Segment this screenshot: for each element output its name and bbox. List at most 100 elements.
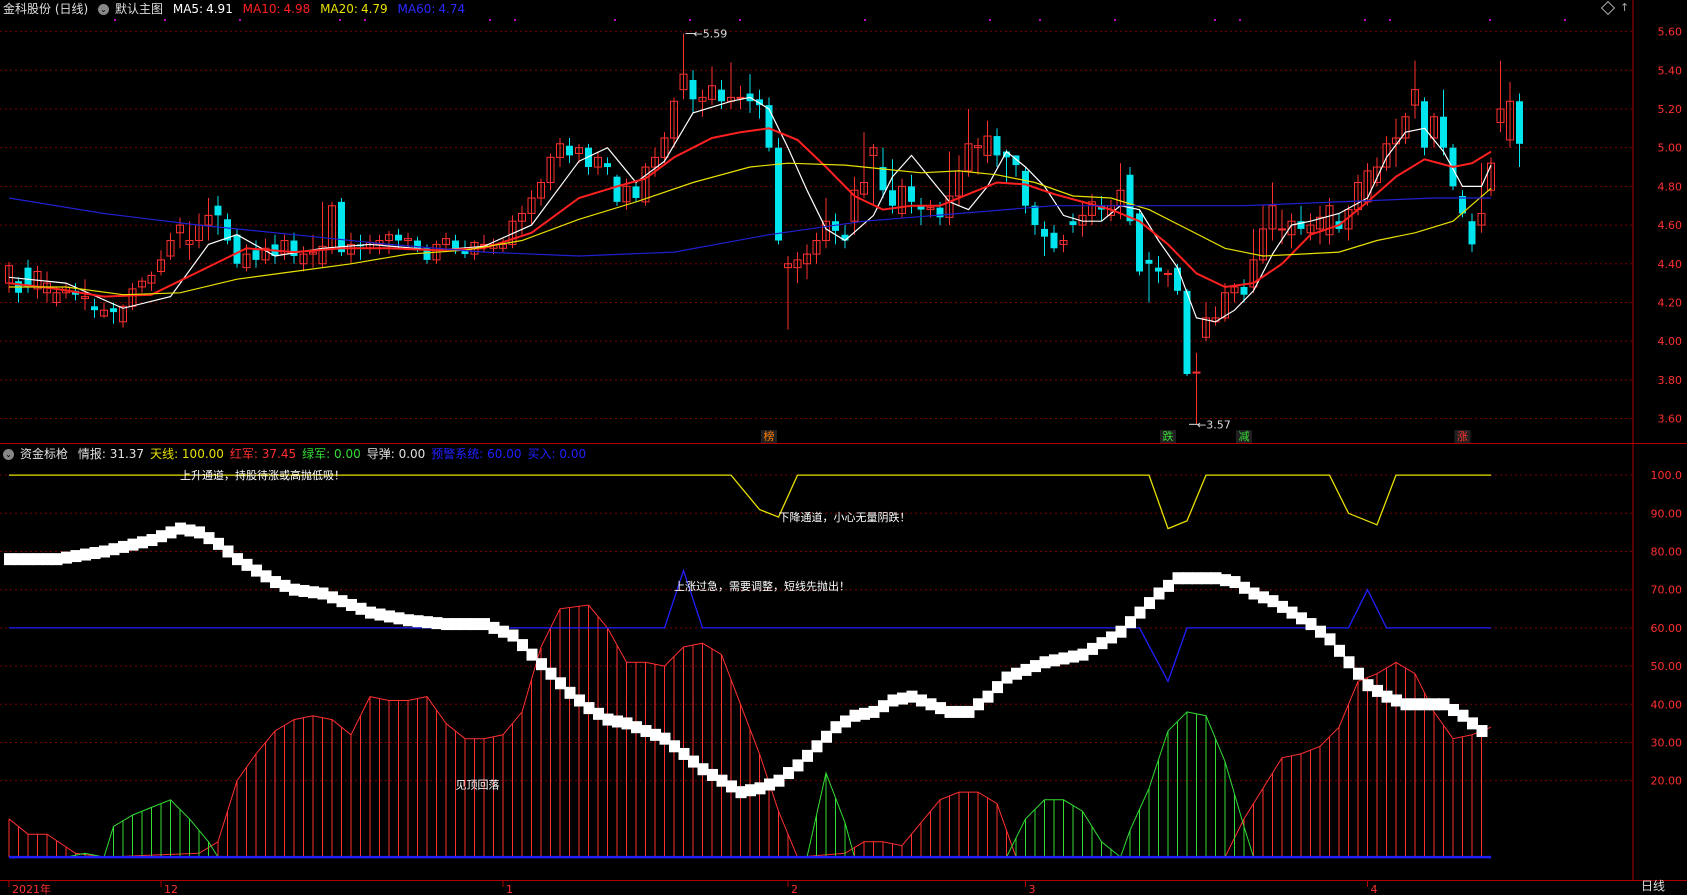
y-tick-label: 80.00 xyxy=(1651,545,1683,558)
candle-body xyxy=(566,145,573,156)
y-tick-label: 20.00 xyxy=(1651,775,1683,788)
intel-block xyxy=(108,543,120,556)
y-tick-label: 4.20 xyxy=(1658,296,1683,309)
view-name[interactable]: 默认主图 xyxy=(115,2,163,16)
intel-block xyxy=(441,618,452,631)
intel-block xyxy=(241,558,253,571)
candle-body xyxy=(1164,272,1172,275)
candle-body xyxy=(1031,205,1039,226)
intel-block xyxy=(640,725,652,738)
intel-block xyxy=(412,615,424,628)
signal-dot xyxy=(739,19,741,21)
intel-block xyxy=(156,530,167,543)
intel-block xyxy=(289,583,300,596)
intel-block xyxy=(175,522,186,535)
intel-block xyxy=(811,740,823,753)
intel-block xyxy=(707,768,718,781)
y-tick-label: 3.60 xyxy=(1658,413,1683,426)
indicator-line-antenna xyxy=(9,474,1491,530)
intel-block xyxy=(1030,660,1041,673)
period-label[interactable]: 日线 xyxy=(1641,877,1665,894)
candle-body xyxy=(1516,101,1523,144)
intel-block xyxy=(564,686,576,699)
intel-block xyxy=(1039,656,1051,669)
intel-block xyxy=(583,702,595,715)
intel-block xyxy=(1334,644,1345,657)
intel-block xyxy=(450,618,462,631)
intel-block xyxy=(1049,654,1060,667)
intel-block xyxy=(1125,616,1136,629)
intel-block xyxy=(982,690,994,703)
intel-block xyxy=(42,553,53,566)
intel-block xyxy=(602,713,614,726)
candle-body xyxy=(689,79,697,100)
signal-dot xyxy=(1114,19,1116,21)
candle-body xyxy=(110,308,117,313)
intel-block xyxy=(1096,637,1108,650)
indicator-header: ⌄ 资金标枪 情报: 31.37 天线: 100.00 红军: 37.45 绿军: 0.… xyxy=(3,445,592,463)
intel-block xyxy=(251,564,262,577)
intel-block xyxy=(1457,709,1469,722)
candle-body xyxy=(1041,228,1048,237)
signal-dot xyxy=(489,19,491,21)
signal-dot xyxy=(1214,19,1216,21)
indicator-legend-item: 绿军: 0.00 xyxy=(302,447,361,461)
intel-block xyxy=(469,618,481,631)
intel-block xyxy=(127,538,139,551)
high-price-label: ←5.59 xyxy=(694,28,728,41)
intel-block xyxy=(1448,704,1459,717)
intel-block xyxy=(935,702,946,715)
indicator-annotation: 见顶回落 xyxy=(456,779,500,792)
intel-block xyxy=(802,749,813,762)
intel-block xyxy=(23,553,34,566)
intel-block xyxy=(270,576,281,589)
intel-block xyxy=(460,618,471,631)
intel-block xyxy=(1438,698,1450,711)
y-tick-label: 60.00 xyxy=(1651,622,1683,635)
indicator-name[interactable]: 资金标枪 xyxy=(20,447,68,461)
intel-block xyxy=(963,705,975,718)
candle-body xyxy=(214,205,222,216)
arrow-up-icon[interactable]: ↑ xyxy=(1620,1,1629,14)
intel-block xyxy=(621,717,633,730)
x-tick-label: 3 xyxy=(1029,883,1036,895)
intel-block xyxy=(365,606,376,619)
candle-body xyxy=(1440,116,1447,148)
intel-block xyxy=(688,755,699,768)
signal-dot xyxy=(1364,19,1366,21)
intel-block xyxy=(1305,618,1317,631)
intel-block xyxy=(1277,600,1288,613)
intel-block xyxy=(1115,625,1127,638)
low-price-label: ←3.57 xyxy=(1197,418,1231,431)
indicator-legend-item: 导弹: 0.00 xyxy=(366,447,426,461)
dropdown-icon[interactable]: ⌄ xyxy=(98,4,110,15)
candle-body xyxy=(1069,221,1077,226)
intel-block xyxy=(1248,587,1260,600)
intel-block xyxy=(1087,642,1098,655)
intel-block xyxy=(1106,631,1117,644)
intel-block xyxy=(1372,684,1383,697)
indicator-legend-item: 情报: 31.37 xyxy=(77,447,145,461)
intel-block xyxy=(260,570,272,583)
intel-block xyxy=(906,690,918,703)
dropdown-icon[interactable]: ⌄ xyxy=(3,449,14,460)
intel-block xyxy=(878,700,889,713)
intel-block xyxy=(403,614,414,627)
intel-block xyxy=(526,648,538,661)
intel-block xyxy=(1429,698,1440,711)
candle-body xyxy=(452,240,459,249)
intel-block xyxy=(99,545,110,558)
y-tick-label: 100.0 xyxy=(1651,469,1683,482)
candle-body xyxy=(233,234,241,264)
intel-block xyxy=(1220,574,1231,587)
candle-body xyxy=(736,96,745,99)
intel-block xyxy=(859,707,870,720)
intel-block xyxy=(821,730,832,743)
intel-block xyxy=(70,550,82,563)
candle-body xyxy=(91,306,98,311)
intel-block xyxy=(1296,612,1307,625)
intel-block xyxy=(232,553,243,566)
signal-marker: 减 xyxy=(1239,430,1250,443)
candle-body xyxy=(908,186,915,202)
intel-block xyxy=(783,767,794,780)
